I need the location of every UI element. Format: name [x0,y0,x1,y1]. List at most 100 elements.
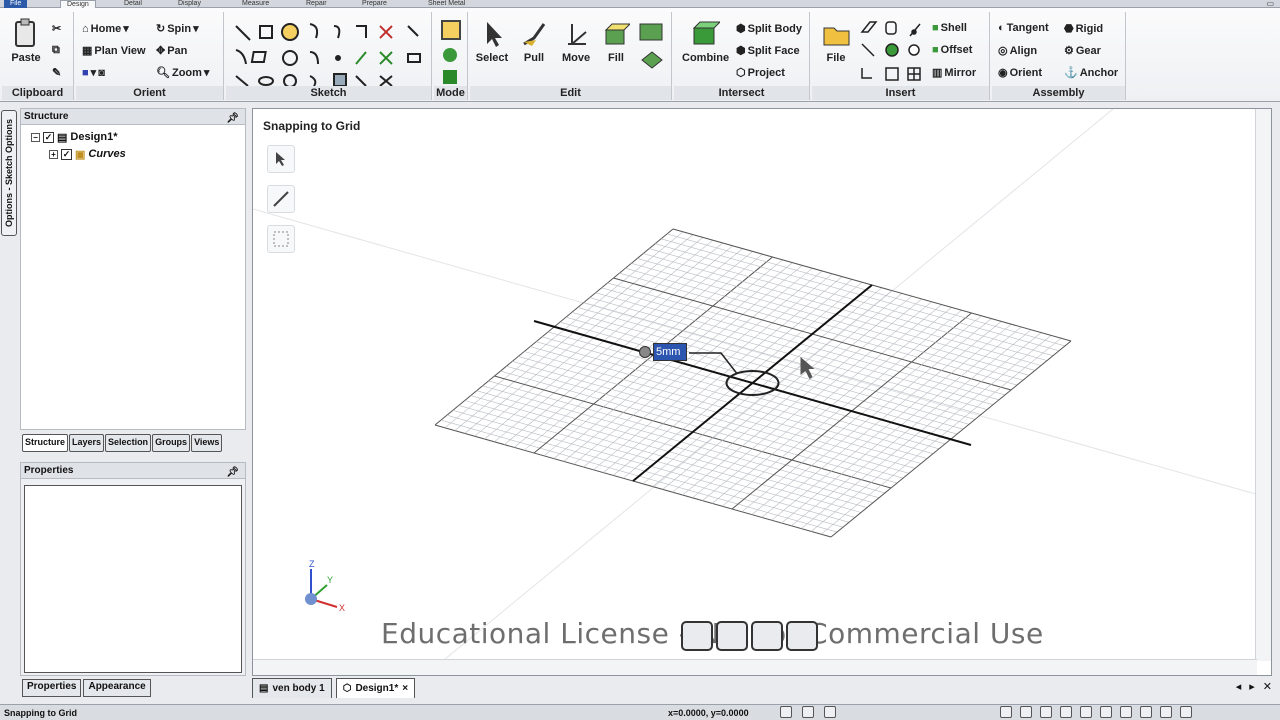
tab-repair[interactable]: Repair [300,0,333,8]
lock-icon[interactable] [802,706,814,718]
tab-properties[interactable]: Properties [22,679,82,697]
mirror-button[interactable]: ▥ Mirror [932,66,976,80]
select-button[interactable]: Select [472,20,512,64]
tab-measure[interactable]: Measure [236,0,275,8]
origin-sphere-icon [305,593,317,605]
tree-item-curves[interactable]: + ✓ ▣ Curves [49,146,126,162]
mini-toolbar-button-2[interactable] [716,621,748,651]
format-painter-button[interactable]: ✎ [52,66,61,79]
tool-9-icon[interactable] [1160,706,1172,718]
status-icons [780,706,836,718]
close-icon[interactable]: × [402,683,408,694]
tool-10-icon[interactable] [1180,706,1192,718]
three-point-circle-icon [282,50,298,66]
cut-button[interactable]: ✂ [52,22,61,35]
pan-button[interactable]: ✥ Pan [156,44,187,58]
collapse-icon[interactable]: − [31,132,40,142]
tab-groups[interactable]: Groups [152,434,191,452]
tab-design[interactable]: Design [60,0,96,8]
visibility-checkbox[interactable]: ✓ [43,131,54,143]
dimension-input[interactable] [653,343,687,361]
spin-button[interactable]: ↻ Spin ▾ [156,22,199,36]
close-doc-icon[interactable]: ✕ [1263,680,1272,693]
vertical-scrollbar[interactable] [1255,109,1271,661]
tab-structure[interactable]: Structure [22,434,69,452]
tree-item-design[interactable]: − ✓ ▤ Design1* [31,129,117,145]
view-icon[interactable] [824,706,836,718]
select-sketch-tool[interactable] [267,145,295,173]
orient-button[interactable]: ◉ Orient [998,66,1042,80]
copy-button[interactable]: ⧉ [52,44,60,57]
tool-6-icon[interactable] [1100,706,1112,718]
tab-display[interactable]: Display [172,0,207,8]
group-assembly: ◐ Tangent ◎ Align ◉ Orient ⬣ Rigid ⚙ Gear ⚓ An… [992,12,1126,100]
plan-view-button[interactable]: ▦ Plan View [82,44,146,58]
fill-icon [604,23,630,45]
rigid-button[interactable]: ⬣ Rigid [1064,22,1103,36]
tool-5-icon[interactable] [1080,706,1092,718]
split-body-button[interactable]: ⬢ Split Body [736,22,802,36]
project-button[interactable]: ⬡ Project [736,66,785,80]
visibility-checkbox[interactable]: ✓ [61,148,72,160]
anchor-button[interactable]: ⚓ Anchor [1064,66,1118,80]
paste-button[interactable]: Paste [6,18,46,64]
expand-icon[interactable]: + [49,149,58,159]
tab-detail[interactable]: Detail [118,0,148,8]
status-tools [1000,706,1192,718]
group-label-orient: Orient [76,86,223,100]
box-select-tool[interactable] [267,225,295,253]
sketch-mode-icon[interactable] [441,20,461,40]
view-cube-button[interactable]: ■ ▾ ◙ [82,66,105,80]
design-viewport[interactable]: Snapping to Grid Z Y X Educational Licen… [252,108,1272,676]
mini-toolbar-button-4[interactable] [786,621,818,651]
section-mode-icon[interactable] [443,48,457,62]
zoom-button[interactable]: 🔍︎ Zoom ▾ [156,66,209,80]
tool-7-icon[interactable] [1120,706,1132,718]
options-side-tab[interactable]: Options - Sketch Options [1,110,17,236]
home-button[interactable]: ⌂ Home ▾ [82,22,129,36]
doc-tab-2[interactable]: ⬡ Design1* × [335,678,416,698]
status-coordinates: x=0.0000, y=0.0000 [668,708,749,718]
ribbon-minimize-icon[interactable]: ▭ [1266,0,1274,8]
properties-panel-header: Properties 📌︎ [21,463,245,479]
tool-1-icon[interactable] [1000,706,1012,718]
doc-tab-1[interactable]: ▤ ven body 1 [252,678,332,698]
shell-button[interactable]: ■ Shell [932,22,967,34]
horizontal-scrollbar[interactable] [253,659,1257,675]
tool-8-icon[interactable] [1140,706,1152,718]
mini-toolbar [681,621,818,651]
align-button[interactable]: ◎ Align [998,44,1037,58]
tab-layers[interactable]: Layers [69,434,105,452]
tab-selection[interactable]: Selection [105,434,152,452]
move-button[interactable]: Move [556,20,596,64]
fill-button[interactable]: Fill [596,20,636,64]
tangent-button[interactable]: ◐ Tangent [998,22,1049,34]
split-body-label: Split Body [747,22,802,35]
tool-2-icon[interactable] [1020,706,1032,718]
tab-sheet-metal[interactable]: Sheet Metal [422,0,471,8]
snap-icon[interactable] [780,706,792,718]
split-face-button[interactable]: ⬢ Split Face [736,44,800,58]
mini-toolbar-button-3[interactable] [751,621,783,651]
tab-file[interactable]: File [4,0,28,8]
zoom-label: Zoom [171,66,202,79]
tab-appearance[interactable]: Appearance [83,679,151,697]
3d-mode-icon[interactable] [443,70,457,84]
line-sketch-tool[interactable] [267,185,295,213]
pin-icon[interactable]: 📌︎ [226,111,239,127]
tool-3-icon[interactable] [1040,706,1052,718]
prev-doc-icon[interactable]: ◂ [1236,680,1242,693]
tool-4-icon[interactable] [1060,706,1072,718]
gear-button[interactable]: ⚙ Gear [1064,44,1101,58]
combine-button[interactable]: Combine [682,20,729,64]
next-doc-icon[interactable]: ▸ [1249,680,1255,693]
cube-icon: ■ [82,66,89,79]
pull-button[interactable]: Pull [514,20,554,64]
pin-icon[interactable]: 📌︎ [226,465,239,481]
file-button[interactable]: File [816,20,856,64]
offset-button[interactable]: ■ Offset [932,44,972,56]
cut-icon: ✂ [52,23,62,35]
mini-toolbar-button-1[interactable] [681,621,713,651]
tab-prepare[interactable]: Prepare [356,0,393,8]
tab-views[interactable]: Views [191,434,223,452]
